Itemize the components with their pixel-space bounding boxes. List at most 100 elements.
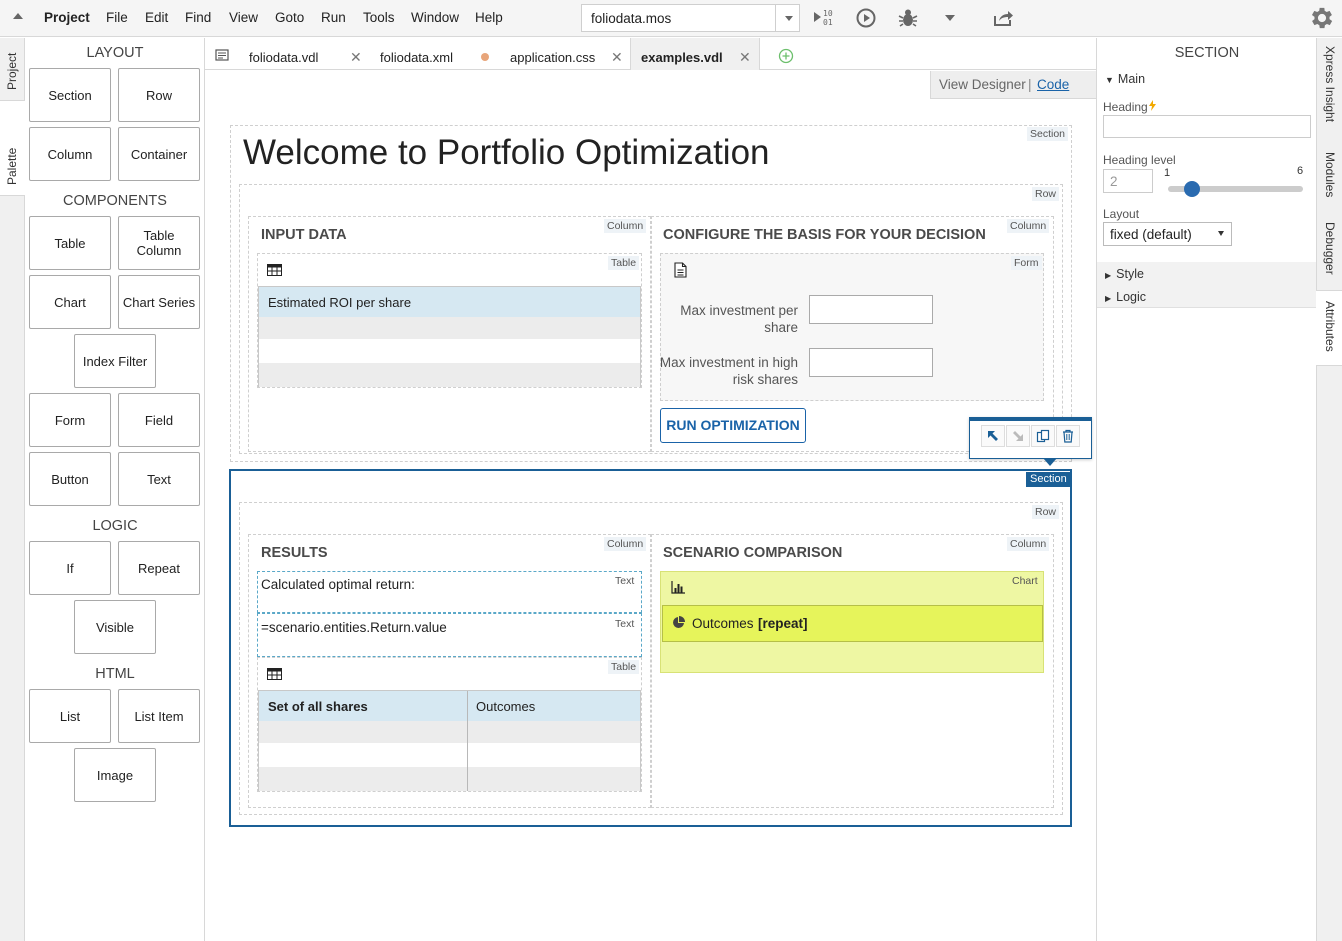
palette-container[interactable]: Container — [118, 127, 200, 181]
tab-debugger[interactable]: Debugger — [1317, 212, 1342, 290]
settings-gear-icon[interactable] — [1308, 4, 1336, 32]
duplicate-button[interactable] — [1031, 425, 1055, 447]
palette-chart-series[interactable]: Chart Series — [118, 275, 200, 329]
palette-section[interactable]: Section — [29, 68, 111, 122]
palette-list-item[interactable]: List Item — [118, 689, 200, 743]
roi-column-header[interactable]: Estimated ROI per share — [268, 295, 411, 310]
slider-handle[interactable] — [1184, 181, 1200, 197]
palette-visible[interactable]: Visible — [74, 600, 156, 654]
table-header-row: Set of all shares Outcomes — [259, 691, 640, 721]
select-parent-button[interactable] — [981, 425, 1005, 447]
run-options-caret-icon[interactable] — [945, 15, 955, 21]
menu-project[interactable]: Project — [44, 10, 90, 25]
palette-image[interactable]: Image — [74, 748, 156, 802]
palette-table[interactable]: Table — [29, 216, 111, 270]
configure-heading: CONFIGURE THE BASIS FOR YOUR DECISION — [663, 227, 986, 243]
menu-run[interactable]: Run — [321, 10, 346, 25]
add-tab-plus-icon[interactable] — [778, 48, 794, 64]
arrow-up-left-icon — [988, 431, 998, 441]
bar-chart-icon — [671, 581, 685, 594]
step-binary-icon[interactable]: 10 01 — [812, 6, 836, 30]
palette-if[interactable]: If — [29, 541, 111, 595]
palette-table-column[interactable]: Table Column — [118, 216, 200, 270]
menu-file[interactable]: File — [106, 10, 128, 25]
table-row — [259, 721, 640, 743]
menu-find[interactable]: Find — [185, 10, 211, 25]
right-side-tabs: Xpress Insight Modules Debugger Attribut… — [1316, 38, 1342, 941]
palette-html-heading: HTML — [95, 666, 135, 682]
menu-window[interactable]: Window — [411, 10, 459, 25]
view-code-link[interactable]: Code — [1037, 77, 1069, 92]
dynamic-lightning-icon[interactable] — [1148, 100, 1157, 111]
collapse-up-icon[interactable] — [13, 13, 23, 19]
main-group-toggle[interactable]: ▼ Main — [1105, 72, 1145, 86]
tab-attributes[interactable]: Attributes — [1316, 290, 1342, 366]
menu-edit[interactable]: Edit — [145, 10, 168, 25]
logic-group-toggle[interactable]: ▶ Logic — [1105, 290, 1146, 304]
table-row — [259, 363, 640, 387]
layout-select[interactable]: fixed (default) — [1103, 222, 1232, 246]
max-high-risk-input[interactable] — [809, 348, 933, 377]
dropdown-arrow-icon — [785, 16, 793, 21]
menu-view[interactable]: View — [229, 10, 258, 25]
run-file-value: foliodata.mos — [591, 11, 672, 26]
scenario-heading: SCENARIO COMPARISON — [663, 545, 843, 561]
run-icon[interactable] — [854, 6, 878, 30]
shares-column-header[interactable]: Set of all shares — [268, 699, 368, 714]
debug-bug-icon[interactable] — [896, 6, 920, 30]
tab-foliodata-xml[interactable]: foliodata.xml — [365, 38, 489, 70]
run-optimization-button[interactable]: RUN OPTIMIZATION — [660, 408, 806, 443]
palette-index-filter[interactable]: Index Filter — [74, 334, 156, 388]
menubar: Project File Edit Find View Goto Run Too… — [0, 0, 1342, 37]
max-investment-input[interactable] — [809, 295, 933, 324]
modified-dot-icon — [481, 53, 489, 61]
palette-row[interactable]: Row — [118, 68, 200, 122]
palette-layout-heading: LAYOUT — [86, 45, 144, 61]
tab-foliodata-vdl[interactable]: foliodata.vdl ✕ — [237, 38, 365, 70]
select-child-button[interactable] — [1006, 425, 1030, 447]
row-tag: Row — [1032, 505, 1060, 519]
view-designer-link[interactable]: View Designer — [939, 77, 1026, 92]
heading-input[interactable] — [1103, 115, 1311, 138]
copy-icon — [1036, 429, 1050, 443]
menu-goto[interactable]: Goto — [275, 10, 304, 25]
palette-components-heading: COMPONENTS — [63, 193, 167, 209]
popup-pointer — [1043, 458, 1057, 466]
palette-chart[interactable]: Chart — [29, 275, 111, 329]
close-icon[interactable]: ✕ — [739, 49, 751, 66]
palette-column[interactable]: Column — [29, 127, 111, 181]
close-icon[interactable]: ✕ — [611, 49, 623, 66]
results-table: Set of all shares Outcomes — [258, 690, 641, 791]
run-file-select[interactable]: foliodata.mos — [581, 4, 800, 32]
style-group-toggle[interactable]: ▶ Style — [1105, 267, 1144, 281]
tab-xpress-insight[interactable]: Xpress Insight — [1317, 38, 1342, 142]
form-document-icon — [674, 262, 687, 278]
menu-tools[interactable]: Tools — [363, 10, 395, 25]
heading-level-input[interactable]: 2 — [1103, 169, 1153, 193]
delete-button[interactable] — [1056, 425, 1080, 447]
column-tag: Column — [1007, 219, 1050, 233]
menu-help[interactable]: Help — [475, 10, 503, 25]
tab-palette[interactable]: Palette — [0, 100, 26, 196]
tab-list-icon[interactable] — [215, 49, 229, 61]
close-icon[interactable]: ✕ — [350, 49, 362, 66]
heading-label: Heading — [1103, 100, 1157, 114]
page-heading[interactable]: Welcome to Portfolio Optimization — [243, 133, 770, 173]
palette-button[interactable]: Button — [29, 452, 111, 506]
outcomes-column-header[interactable]: Outcomes — [476, 699, 535, 714]
tab-modules[interactable]: Modules — [1317, 142, 1342, 212]
palette-form[interactable]: Form — [29, 393, 111, 447]
palette-repeat[interactable]: Repeat — [118, 541, 200, 595]
share-export-icon[interactable] — [991, 6, 1015, 30]
palette-field[interactable]: Field — [118, 393, 200, 447]
tab-project[interactable]: Project — [0, 38, 25, 100]
table-row — [259, 767, 640, 791]
arrow-down-right-icon — [1013, 431, 1023, 441]
editor-tabbar: foliodata.vdl ✕ foliodata.xml applicatio… — [205, 38, 1096, 70]
palette-text[interactable]: Text — [118, 452, 200, 506]
palette-list[interactable]: List — [29, 689, 111, 743]
tab-examples-vdl[interactable]: examples.vdl ✕ — [630, 38, 760, 70]
form-tag: Form — [1011, 256, 1042, 270]
tab-application-css[interactable]: application.css ✕ — [497, 38, 630, 70]
text-tag: Text — [612, 574, 638, 588]
